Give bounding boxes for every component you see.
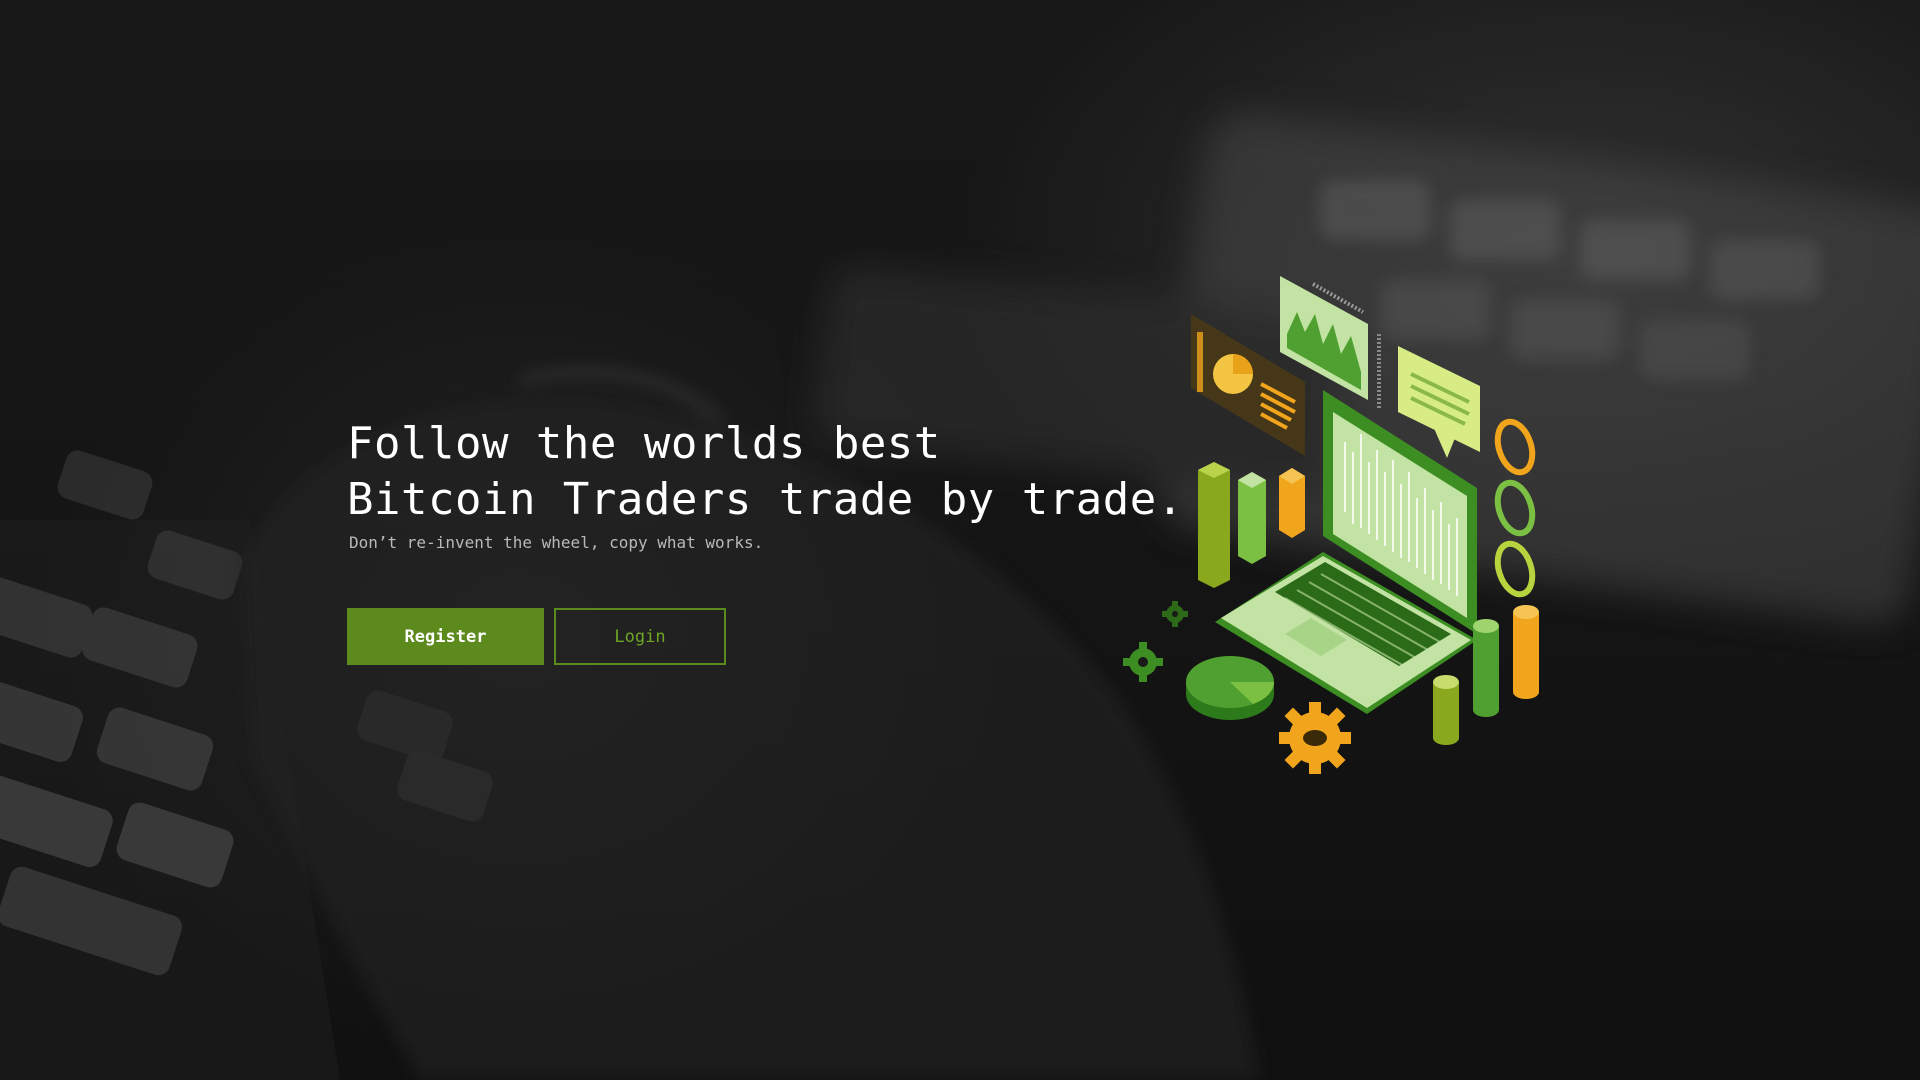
hero-title-line-1: Follow the worlds best — [347, 418, 941, 469]
bar-columns-icon — [1198, 462, 1305, 588]
landing-page: Follow the worlds best Bitcoin Traders t… — [0, 0, 1920, 1080]
speech-bubble-icon — [1398, 346, 1480, 458]
register-button[interactable]: Register — [347, 608, 544, 665]
ring-orange-icon — [1494, 418, 1536, 476]
isometric-laptop-trading-icon — [1123, 276, 1539, 774]
small-gear-icon — [1123, 601, 1188, 682]
hero-subtitle: Don’t re-invent the wheel, copy what wor… — [349, 533, 764, 552]
ring-green-icon — [1494, 479, 1536, 537]
hero-section: Follow the worlds best Bitcoin Traders t… — [347, 416, 1184, 554]
login-button[interactable]: Login — [554, 608, 726, 665]
ring-lime-icon — [1494, 540, 1536, 598]
gear-icon — [1279, 702, 1351, 774]
hero-actions: Register Login — [347, 608, 726, 665]
pie-disk-icon — [1186, 656, 1274, 720]
hero-title: Follow the worlds best Bitcoin Traders t… — [347, 416, 1184, 528]
hero-title-line-2: Bitcoin Traders trade by trade. — [347, 474, 1184, 525]
